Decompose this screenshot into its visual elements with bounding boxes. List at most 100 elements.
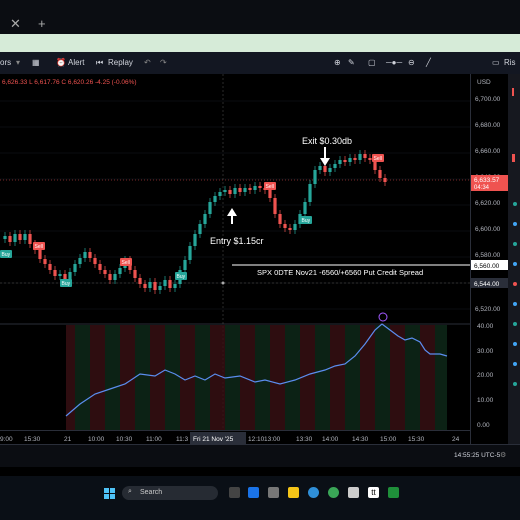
panel-toggle-icon[interactable]: ▭ <box>492 58 500 67</box>
redo-icon[interactable]: ↷ <box>160 58 167 67</box>
oscillator-bar <box>120 325 123 430</box>
oscillator-bar <box>252 325 255 430</box>
candle-body <box>363 154 367 158</box>
time-tick-label: 21 <box>64 436 72 443</box>
oscillator-bar <box>93 325 96 430</box>
windows-start-icon[interactable] <box>104 488 115 499</box>
oscillator-bar <box>84 325 87 430</box>
candle-body <box>138 278 142 284</box>
oscillator-bar <box>75 325 78 430</box>
candle-body <box>53 270 57 276</box>
price-axis[interactable]: 6,700.006,680.006,660.006,640.006,620.00… <box>470 74 509 444</box>
indicators-button[interactable]: ors <box>0 58 11 67</box>
oscillator-bar <box>234 325 237 430</box>
candle-body <box>323 166 327 172</box>
time-axis[interactable]: 9:00 15:30 21 10:00 10:30 11:00 11:3 12:10 13:00… <box>0 430 470 445</box>
oscillator-bar <box>420 325 423 430</box>
oscillator-bar <box>393 325 396 430</box>
edge-browser-icon[interactable] <box>308 487 319 498</box>
oscillator-bar <box>264 325 267 430</box>
oscillator-bar <box>351 325 354 430</box>
exit-arrowhead <box>320 158 330 166</box>
candle-body <box>113 274 117 280</box>
candle-body <box>108 274 112 280</box>
rectangle-icon[interactable]: ▢ <box>368 58 376 67</box>
store-icon[interactable] <box>348 487 359 498</box>
oscillator-tick-label: 20.00 <box>477 372 494 379</box>
oscillator-bar <box>375 325 378 430</box>
candle-body <box>208 202 212 214</box>
candle-body <box>333 164 337 168</box>
status-bar: 14:55:25 UTC-5 ⚙ <box>0 444 520 467</box>
candle-body <box>258 186 262 188</box>
replay-button[interactable]: Replay <box>108 58 133 67</box>
file-explorer-icon[interactable] <box>288 487 299 498</box>
layout-icon[interactable]: ▦ <box>32 58 40 67</box>
alert-button[interactable]: Alert <box>68 58 84 67</box>
chart-pane[interactable]: Sell Buy Buy Sell Buy Sell Buy Sell Exit $0.30db… <box>0 74 470 444</box>
crosshair-icon[interactable]: ⊕ <box>334 58 341 67</box>
candle-body <box>218 192 222 196</box>
candle-body <box>358 154 362 160</box>
right-panel-label: Ris <box>504 58 516 67</box>
price-chart-svg[interactable]: Sell Buy Buy Sell Buy Sell Buy Sell Exit $0.30db… <box>0 74 470 444</box>
oscillator-bar <box>87 325 90 430</box>
candle-body <box>163 280 167 286</box>
oscillator-bar <box>441 325 444 430</box>
level-6560-label: 6,560.00 <box>474 263 500 270</box>
chrome-browser-icon[interactable] <box>328 487 339 498</box>
oscillator-bar <box>117 325 120 430</box>
excel-icon[interactable] <box>388 487 399 498</box>
oscillator-bar <box>219 325 222 430</box>
candle-body <box>183 260 187 270</box>
terminal-icon[interactable] <box>268 487 279 498</box>
oscillator-bar <box>318 325 321 430</box>
tradingview-icon[interactable]: tt <box>368 487 379 498</box>
oscillator-bar <box>408 325 411 430</box>
measure-icon[interactable]: ⊖ <box>408 58 415 67</box>
oscillator-bar <box>162 325 165 430</box>
line-tool-icon[interactable]: ─●─ <box>386 58 402 67</box>
close-tab-icon[interactable]: ✕ <box>10 16 21 32</box>
buy-signal-label: Buy <box>2 252 11 258</box>
candle-body <box>18 234 22 240</box>
widgets-icon[interactable] <box>248 487 259 498</box>
candle-body <box>343 160 347 162</box>
candle-body <box>43 259 47 264</box>
candle-body <box>303 202 307 214</box>
new-tab-icon[interactable]: + <box>38 16 46 31</box>
oscillator-bar <box>213 325 216 430</box>
oscillator-bar <box>378 325 381 430</box>
oscillator-bar <box>279 325 282 430</box>
oscillator-bar <box>126 325 129 430</box>
price-tick-label: 6,520.00 <box>475 306 501 313</box>
time-tick-label: 9:00 <box>0 436 13 443</box>
buy-signal-label: Buy <box>302 218 311 224</box>
oscillator-bar <box>258 325 261 430</box>
task-view-icon[interactable] <box>229 487 240 498</box>
oscillator-bar <box>123 325 126 430</box>
oscillator-bar <box>330 325 333 430</box>
price-tick-label: 6,620.00 <box>475 200 501 207</box>
time-tick-label: 13:30 <box>296 436 313 443</box>
oscillator-bar <box>186 325 189 430</box>
taskbar-search[interactable]: ⌕ Search <box>122 486 218 500</box>
pencil-icon[interactable]: ✎ <box>348 58 355 67</box>
trend-icon[interactable]: ╱ <box>426 58 431 67</box>
candle-body <box>378 170 382 178</box>
alert-icon[interactable]: ⏰ <box>56 58 66 67</box>
replay-icon[interactable]: ⏮ <box>96 58 103 68</box>
candle-body <box>238 188 242 192</box>
oscillator-bar <box>426 325 429 430</box>
dropdown-icon[interactable]: ▾ <box>16 58 20 67</box>
oscillator-bar <box>150 325 153 430</box>
candle-body <box>338 160 342 164</box>
time-tick-label: 12:10 <box>248 436 265 443</box>
buy-signal-label: Buy <box>62 281 71 287</box>
candle-body <box>73 264 77 272</box>
oscillator-bar <box>369 325 372 430</box>
oscillator-bar <box>315 325 318 430</box>
oscillator-bar <box>138 325 141 430</box>
undo-icon[interactable]: ↶ <box>144 58 151 67</box>
settings-icon[interactable]: ⚙ <box>500 451 506 459</box>
